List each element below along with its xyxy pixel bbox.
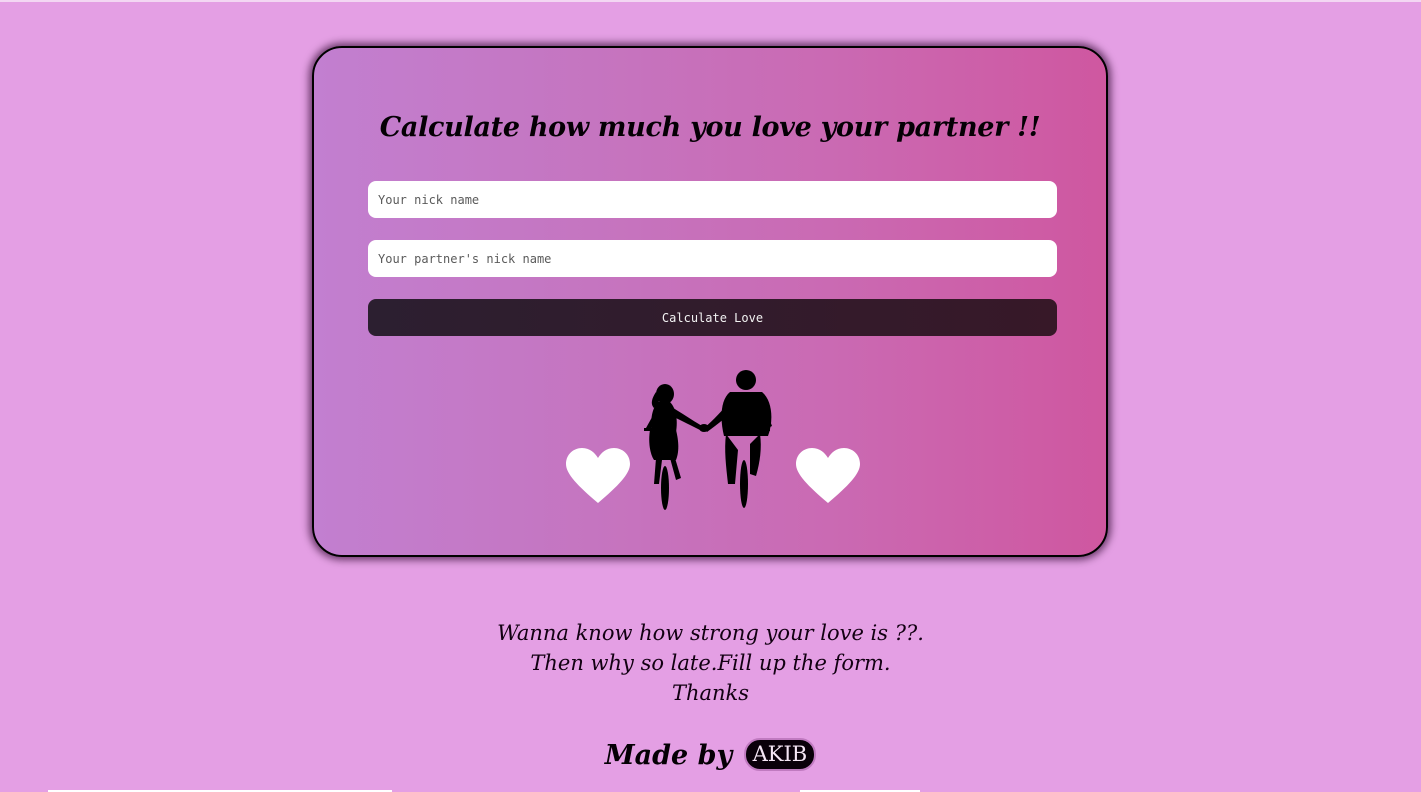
illustration [566,370,860,510]
made-by-footer: Made by AKIB [0,738,1421,771]
tagline-line-1: Wanna know how strong your love is ??. [497,621,924,645]
love-calculator-card: Calculate how much you love your partner… [312,46,1108,557]
heart-icon [796,448,860,503]
partner-nick-name-input[interactable] [368,240,1057,277]
calculate-love-button[interactable]: Calculate Love [368,299,1057,336]
tagline-line-3: Thanks [671,681,750,705]
made-by-label: Made by [604,740,733,771]
tagline-line-2: Then why so late.Fill up the form. [530,651,891,675]
nick-name-input[interactable] [368,181,1057,218]
tagline: Wanna know how strong your love is ??. T… [0,618,1421,708]
couple-on-bicycles-icon [644,370,772,510]
heart-icon [566,448,630,503]
form-title: Calculate how much you love your partner… [379,112,1041,143]
top-edge [0,0,1421,2]
author-badge: AKIB [743,738,817,771]
